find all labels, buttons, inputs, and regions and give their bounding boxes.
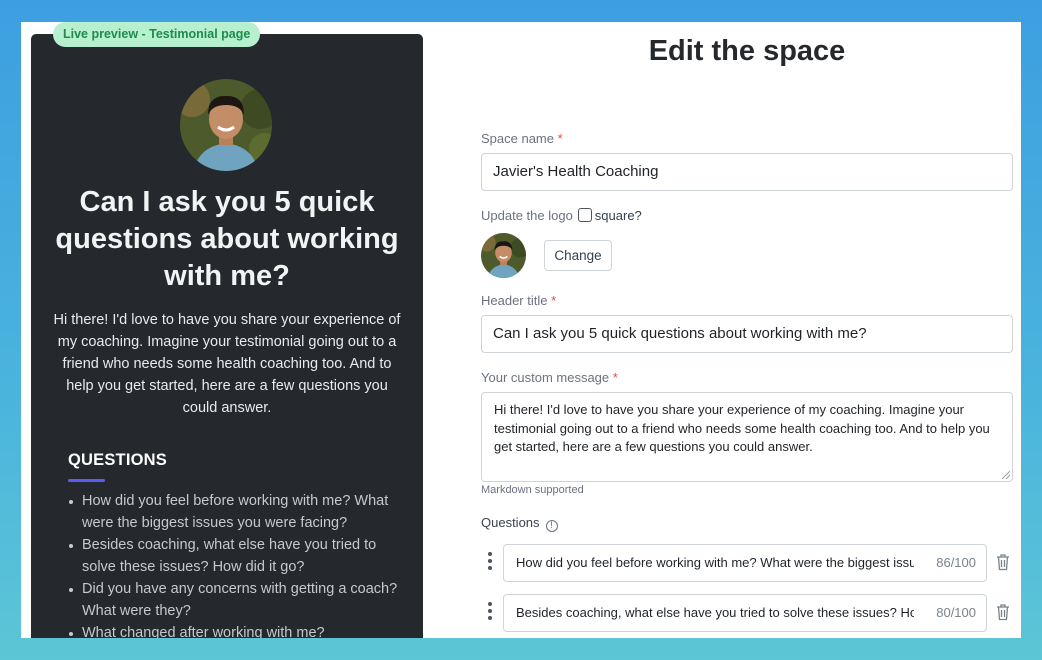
custom-message-text: Hi there! I'd love to have you share you… xyxy=(494,402,990,454)
list-item: What changed after working with me? xyxy=(68,622,398,638)
avatar-photo xyxy=(481,233,526,278)
drag-handle-icon[interactable] xyxy=(488,552,493,572)
character-count: 80/100 xyxy=(936,605,976,620)
questions-heading-underline xyxy=(68,479,105,482)
questions-label: Questions! xyxy=(481,515,558,532)
change-logo-button[interactable]: Change xyxy=(544,240,612,271)
avatar-photo xyxy=(180,79,272,171)
required-mark: * xyxy=(551,293,557,308)
header-title-label: Header title * xyxy=(481,293,557,308)
list-item: Did you have any concerns with getting a… xyxy=(68,578,398,622)
preview-custom-message: Hi there! I'd love to have you share you… xyxy=(53,312,401,416)
header-title-input[interactable]: Can I ask you 5 quick questions about wo… xyxy=(481,315,1013,353)
question-input[interactable]: How did you feel before working with me?… xyxy=(503,544,987,582)
custom-message-label: Your custom message * xyxy=(481,370,618,385)
question-row: Besides coaching, what else have you tri… xyxy=(481,594,1013,632)
avatar xyxy=(180,79,272,171)
logo-preview xyxy=(481,233,526,278)
markdown-hint: Markdown supported xyxy=(481,484,584,496)
list-item: How did you feel before working with me?… xyxy=(68,490,398,534)
live-preview-badge: Live preview - Testimonial page xyxy=(53,22,261,47)
space-name-input[interactable]: Javier's Health Coaching xyxy=(481,153,1013,191)
required-mark: * xyxy=(557,131,563,146)
drag-handle-icon[interactable] xyxy=(488,602,493,622)
square-checkbox-label[interactable]: square? xyxy=(595,208,642,223)
testimonial-preview-panel: Can I ask you 5 quick questions about wo… xyxy=(31,34,423,638)
space-name-label: Space name * xyxy=(481,131,563,146)
required-mark: * xyxy=(612,370,618,385)
logo-label: Update the logo square? xyxy=(481,208,642,223)
preview-questions-list: How did you feel before working with me?… xyxy=(68,490,398,638)
info-icon[interactable]: ! xyxy=(545,520,558,532)
trash-icon[interactable] xyxy=(996,553,1010,571)
question-text: How did you feel before working with me?… xyxy=(516,555,914,570)
question-row: How did you feel before working with me?… xyxy=(481,544,1013,582)
square-checkbox[interactable] xyxy=(577,208,592,222)
page-title: Edit the space xyxy=(648,35,846,67)
question-text: Besides coaching, what else have you tri… xyxy=(516,605,914,620)
resize-handle[interactable] xyxy=(1002,471,1010,479)
question-input[interactable]: Besides coaching, what else have you tri… xyxy=(503,594,987,632)
preview-header-title: Can I ask you 5 quick questions about wo… xyxy=(55,186,399,292)
questions-heading: QUESTIONS xyxy=(68,451,167,469)
character-count: 86/100 xyxy=(936,555,976,570)
trash-icon[interactable] xyxy=(996,603,1010,621)
app-window: Live preview - Testimonial page Can I as… xyxy=(21,22,1021,638)
custom-message-textarea[interactable]: Hi there! I'd love to have you share you… xyxy=(481,392,1013,482)
list-item: Besides coaching, what else have you tri… xyxy=(68,534,398,578)
